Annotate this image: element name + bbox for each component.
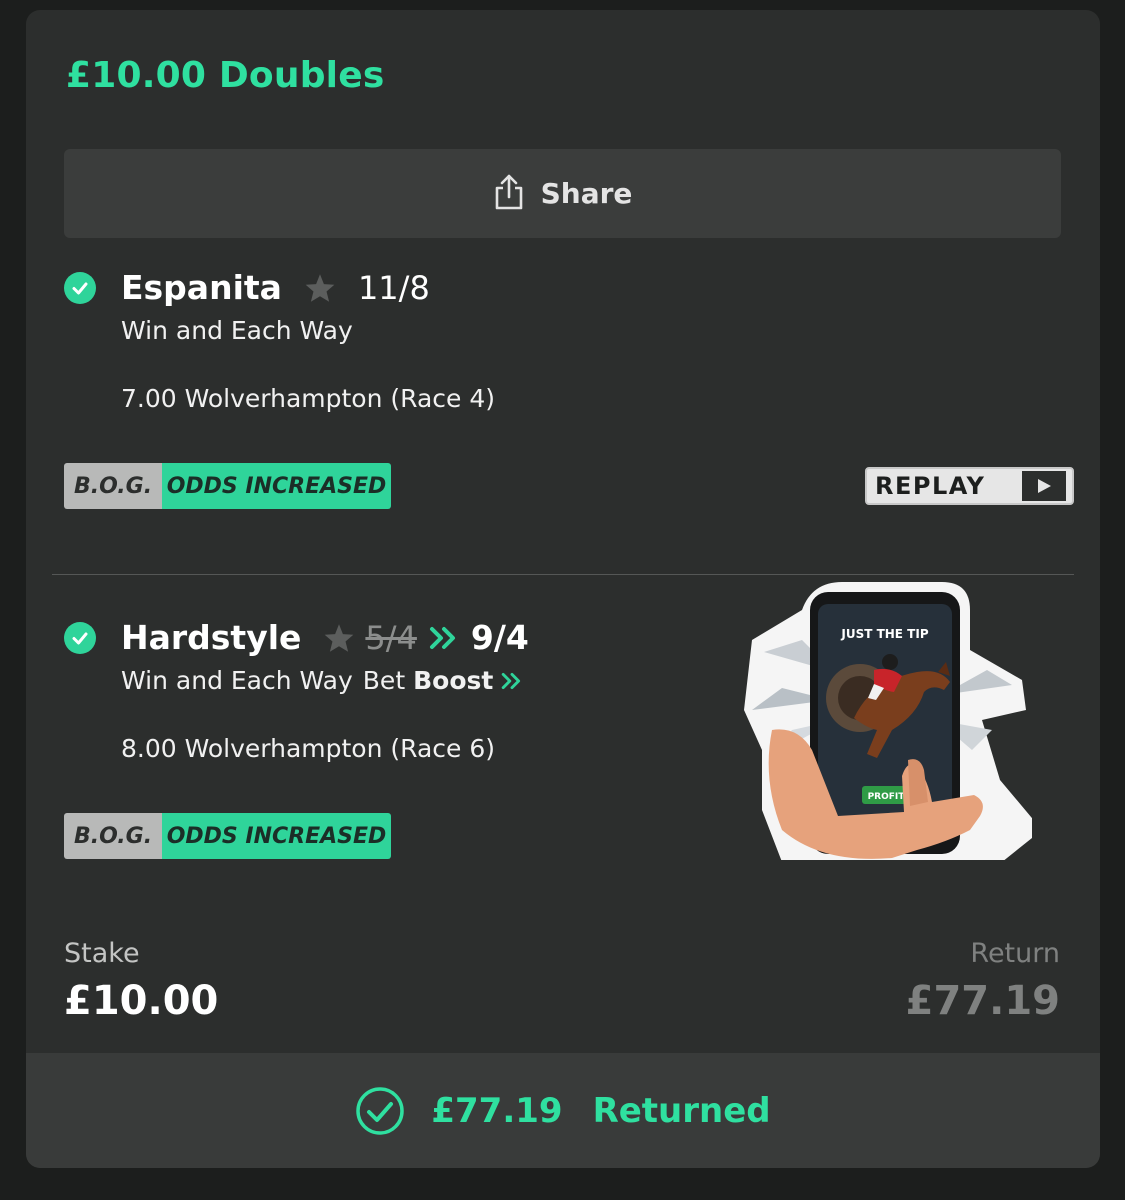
bog-label: B.O.G. [64, 463, 162, 509]
double-chevron-icon [429, 626, 459, 650]
sticker-header: JUST THE TIP [840, 627, 928, 641]
odds-increased-label: ODDS INCREASED [162, 463, 391, 509]
original-odds: 5/4 [365, 618, 417, 657]
double-chevron-icon [501, 672, 523, 690]
bog-badge: B.O.G. ODDS INCREASED [64, 813, 391, 859]
event-name: 8.00 Wolverhampton (Race 6) [121, 734, 496, 763]
star-icon[interactable] [304, 273, 336, 303]
selection-name: Espanita [121, 268, 282, 307]
bet-title: £10.00 Doubles [66, 55, 385, 96]
boosted-odds: 9/4 [470, 618, 529, 657]
check-circle-icon [64, 622, 96, 654]
boost-prefix: Bet [362, 666, 406, 695]
replay-label: REPLAY [875, 472, 986, 500]
odds: 11/8 [357, 268, 430, 307]
event-name: 7.00 Wolverhampton (Race 4) [121, 384, 496, 413]
odds-increased-label: ODDS INCREASED [162, 813, 391, 859]
share-icon [493, 173, 525, 215]
market-name: Win and Each Way [121, 316, 353, 345]
market-line: Win and Each Way Bet Boost [121, 666, 523, 695]
returned-status-bar: £77.19 Returned [26, 1053, 1100, 1168]
returned-amount: £77.19 [431, 1090, 563, 1131]
divider [52, 574, 1074, 575]
play-icon [1022, 471, 1066, 501]
check-circle-icon [64, 272, 96, 304]
stake-label: Stake [64, 938, 140, 969]
boost-word: Boost [413, 666, 494, 695]
check-circle-icon [355, 1086, 405, 1136]
sticker-button: PROFIT [868, 792, 906, 802]
bog-badge: B.O.G. ODDS INCREASED [64, 463, 391, 509]
share-label: Share [540, 177, 633, 210]
stake-value: £10.00 [64, 978, 219, 1024]
bog-label: B.O.G. [64, 813, 162, 859]
return-value: £77.19 [905, 978, 1060, 1024]
just-the-tip-sticker: JUST THE TIP PROFIT [742, 580, 1042, 862]
returned-label: Returned [592, 1090, 771, 1131]
star-icon[interactable] [323, 623, 355, 653]
bet-receipt-card: £10.00 Doubles Share Espanita 11/8 Win a… [26, 10, 1100, 1168]
share-button[interactable]: Share [64, 149, 1061, 238]
market-name: Win and Each Way [121, 666, 353, 695]
return-label: Return [970, 938, 1060, 969]
selection-name: Hardstyle [121, 618, 302, 657]
replay-button[interactable]: REPLAY [865, 467, 1074, 505]
